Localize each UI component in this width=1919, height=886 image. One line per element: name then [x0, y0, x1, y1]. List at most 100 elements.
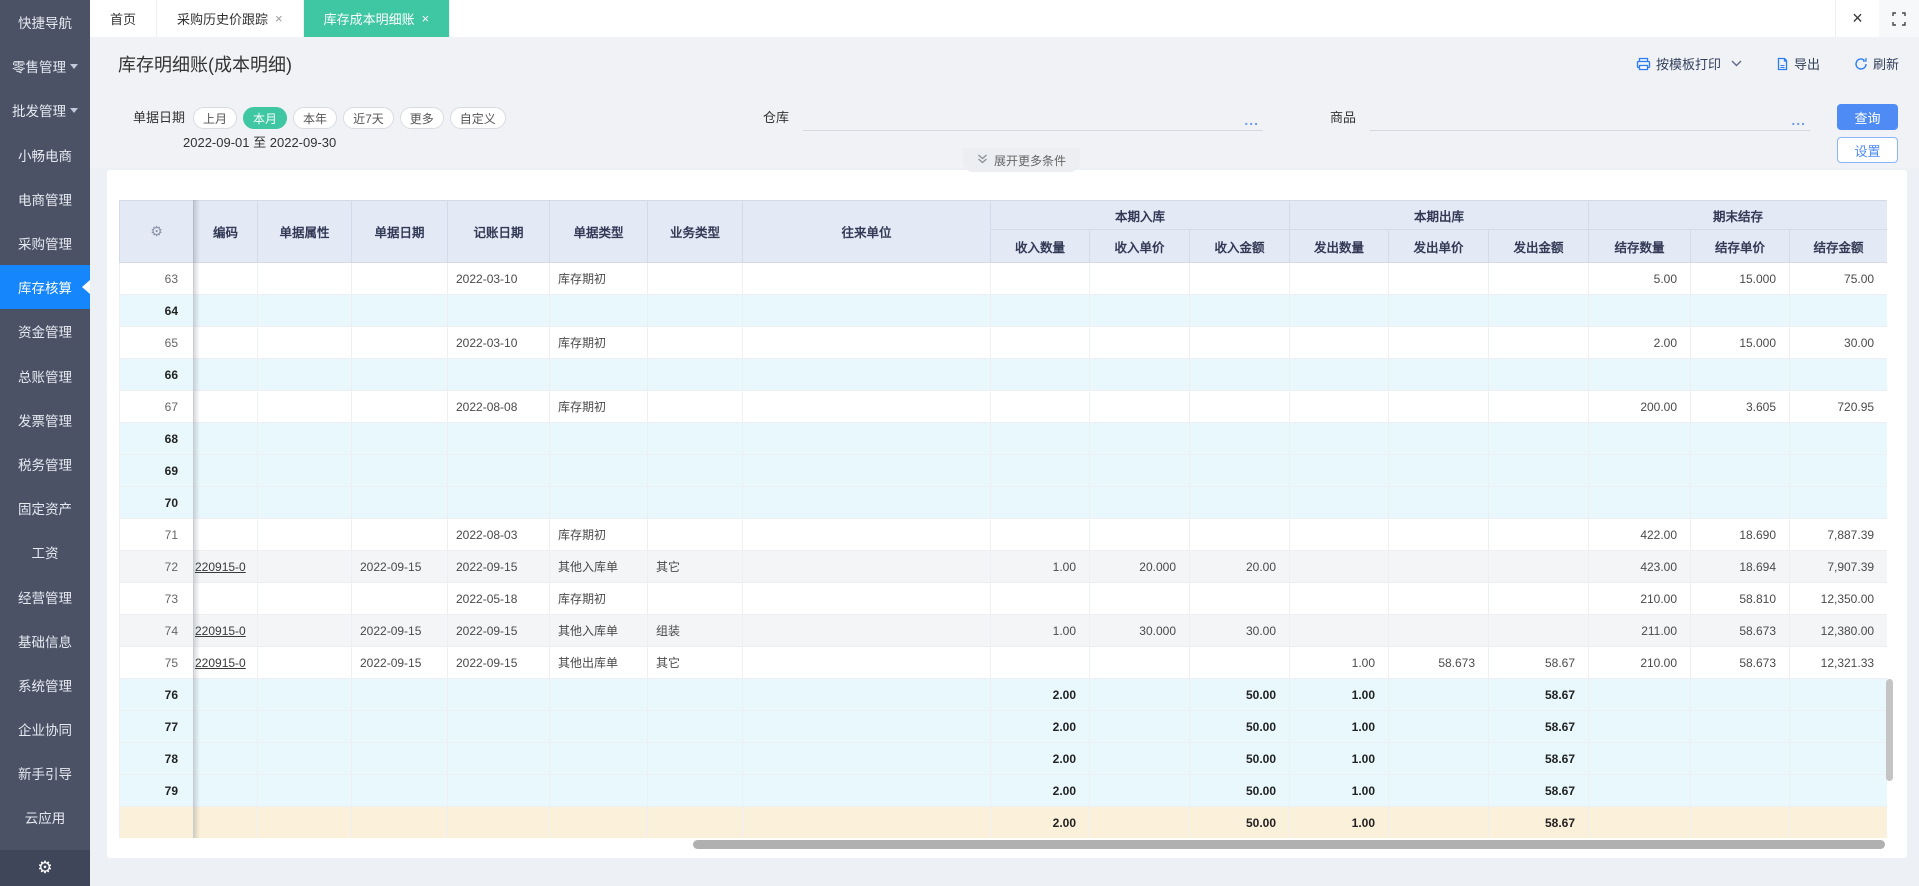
doc-code-link[interactable]: 220915-0 [195, 624, 246, 638]
cell-doc_date: 2022-09-15 [351, 550, 448, 583]
sidebar-item-批发管理[interactable]: 批发管理 [0, 88, 90, 132]
cell-doc_date [351, 806, 448, 838]
goods-input[interactable]: ... [1370, 107, 1811, 131]
tab-首页[interactable]: 首页 [90, 0, 158, 37]
sidebar-item-小畅电商[interactable]: 小畅电商 [0, 133, 90, 177]
sidebar-item-资金管理[interactable]: 资金管理 [0, 309, 90, 353]
cell-bal_qty [1588, 358, 1692, 391]
date-pill-自定义[interactable]: 自定义 [449, 107, 506, 129]
date-pill-本年[interactable]: 本年 [293, 107, 338, 129]
table-row: 78 2.00 50.00 1.00 58.67 [119, 742, 1887, 775]
cell-bal_amt [1789, 710, 1887, 743]
goods-more-icon[interactable]: ... [1791, 112, 1806, 128]
sidebar-item-快捷导航[interactable]: 快捷导航 [0, 0, 90, 44]
sidebar-item-云应用[interactable]: 云应用 [0, 795, 90, 839]
cell-out_amt [1488, 486, 1590, 519]
settings-gear-icon[interactable]: ⚙ [37, 858, 52, 878]
sidebar-item-零售管理[interactable]: 零售管理 [0, 44, 90, 88]
sidebar-item-label: 采购管理 [18, 237, 72, 253]
ledger-table: ⚙ 编码 单据属性 单据日期 记账日期 单据类型 业务类型 往来单位 本期入库 本期出库 期末结存收… [119, 200, 1887, 838]
date-pill-近7天[interactable]: 近7天 [343, 107, 394, 129]
column-settings-gear-icon[interactable]: ⚙ [119, 200, 194, 263]
sidebar-item-系统管理[interactable]: 系统管理 [0, 663, 90, 707]
cell-out_amt [1488, 614, 1590, 647]
tab-close-icon[interactable]: × [275, 11, 283, 26]
date-pill-更多[interactable]: 更多 [399, 107, 444, 129]
cell-biz_type [647, 486, 743, 519]
tab-库存成本明细账[interactable]: 库存成本明细账 × [303, 0, 451, 37]
fullscreen-icon[interactable] [1879, 0, 1919, 37]
sidebar-item-工资[interactable]: 工资 [0, 530, 90, 574]
horizontal-scrollbar-thumb[interactable] [693, 840, 1885, 849]
cell-in_price [1089, 454, 1190, 487]
cell-book_date: 2022-08-03 [447, 518, 550, 551]
sidebar-item-经营管理[interactable]: 经营管理 [0, 574, 90, 618]
cell-in_amt [1188, 390, 1291, 423]
print-by-template-button[interactable]: 按模板打印 [1636, 54, 1721, 73]
cell-in_qty [990, 262, 1090, 295]
cell-code [193, 486, 258, 519]
sidebar-item-企业协同[interactable]: 企业协同 [0, 707, 90, 751]
cell-bal_amt: 12,380.00 [1789, 614, 1887, 647]
column-header-收入数量: 收入数量 [990, 229, 1090, 263]
sidebar-item-label: 小畅电商 [18, 148, 72, 164]
sidebar-item-label: 企业协同 [18, 723, 72, 739]
cell-out_qty: 1.00 [1289, 678, 1390, 711]
cell-bal_qty [1588, 422, 1692, 455]
print-dropdown-chevron-icon[interactable] [1731, 60, 1742, 67]
column-header-结存单价: 结存单价 [1690, 229, 1791, 263]
cell-out_price [1388, 390, 1490, 423]
cell-in_amt [1188, 294, 1291, 327]
query-button[interactable]: 查询 [1837, 104, 1898, 130]
cell-in_price: 30.000 [1089, 614, 1190, 647]
cell-out_qty [1289, 518, 1390, 551]
table-row: 64 [119, 294, 1887, 327]
cell-biz_type: 组装 [647, 614, 743, 647]
group-header-本期入库: 本期入库 [989, 200, 1291, 230]
sidebar-item-采购管理[interactable]: 采购管理 [0, 221, 90, 265]
cell-biz_type [647, 806, 743, 838]
date-pill-上月[interactable]: 上月 [193, 107, 238, 129]
refresh-button[interactable]: 刷新 [1854, 54, 1899, 73]
export-button[interactable]: 导出 [1776, 54, 1820, 73]
cell-book_date [447, 710, 550, 743]
cell-code: 220915-0 [193, 614, 258, 647]
tab-close-icon[interactable]: × [422, 11, 430, 26]
settings-button[interactable]: 设置 [1837, 137, 1898, 163]
print-by-template-label: 按模板打印 [1655, 57, 1721, 72]
cell-doc_date [351, 358, 448, 391]
sidebar-item-发票管理[interactable]: 发票管理 [0, 398, 90, 442]
cell-in_amt: 50.00 [1188, 710, 1291, 743]
tab-采购历史价跟踪[interactable]: 采购历史价跟踪 × [157, 0, 304, 37]
cell-partner [742, 550, 991, 583]
vertical-scrollbar-thumb[interactable] [1886, 679, 1893, 781]
cell-out_price [1388, 454, 1490, 487]
cell-book_date [447, 806, 550, 838]
cell-out_qty [1289, 614, 1390, 647]
cell-bal_qty [1588, 742, 1692, 775]
expand-more-conditions-button[interactable]: 展开更多条件 [963, 148, 1081, 172]
warehouse-input[interactable]: ... [803, 107, 1264, 131]
sidebar-item-税务管理[interactable]: 税务管理 [0, 442, 90, 486]
cell-out_amt: 58.67 [1488, 678, 1590, 711]
cell-doc_attr [257, 774, 352, 807]
cell-in_price [1089, 390, 1190, 423]
sidebar-item-新手引导[interactable]: 新手引导 [0, 751, 90, 795]
sidebar-item-电商管理[interactable]: 电商管理 [0, 177, 90, 221]
cell-book_date: 2022-09-15 [447, 614, 550, 647]
doc-code-link[interactable]: 220915-0 [195, 656, 246, 670]
cell-in_amt: 20.00 [1188, 550, 1291, 583]
sidebar-item-库存核算[interactable]: 库存核算 [0, 265, 90, 310]
doc-code-link[interactable]: 220915-0 [195, 560, 246, 574]
group-header-本期出库: 本期出库 [1289, 200, 1590, 230]
cell-partner [742, 390, 991, 423]
sidebar-item-固定资产[interactable]: 固定资产 [0, 486, 90, 530]
date-pill-本月[interactable]: 本月 [243, 107, 288, 129]
close-icon[interactable]: × [1835, 0, 1879, 37]
cell-out_price [1388, 614, 1490, 647]
sidebar-item-总账管理[interactable]: 总账管理 [0, 354, 90, 398]
cell-out_amt [1488, 454, 1590, 487]
warehouse-more-icon[interactable]: ... [1244, 112, 1259, 128]
horizontal-scrollbar[interactable] [119, 840, 1887, 849]
sidebar-item-基础信息[interactable]: 基础信息 [0, 619, 90, 663]
